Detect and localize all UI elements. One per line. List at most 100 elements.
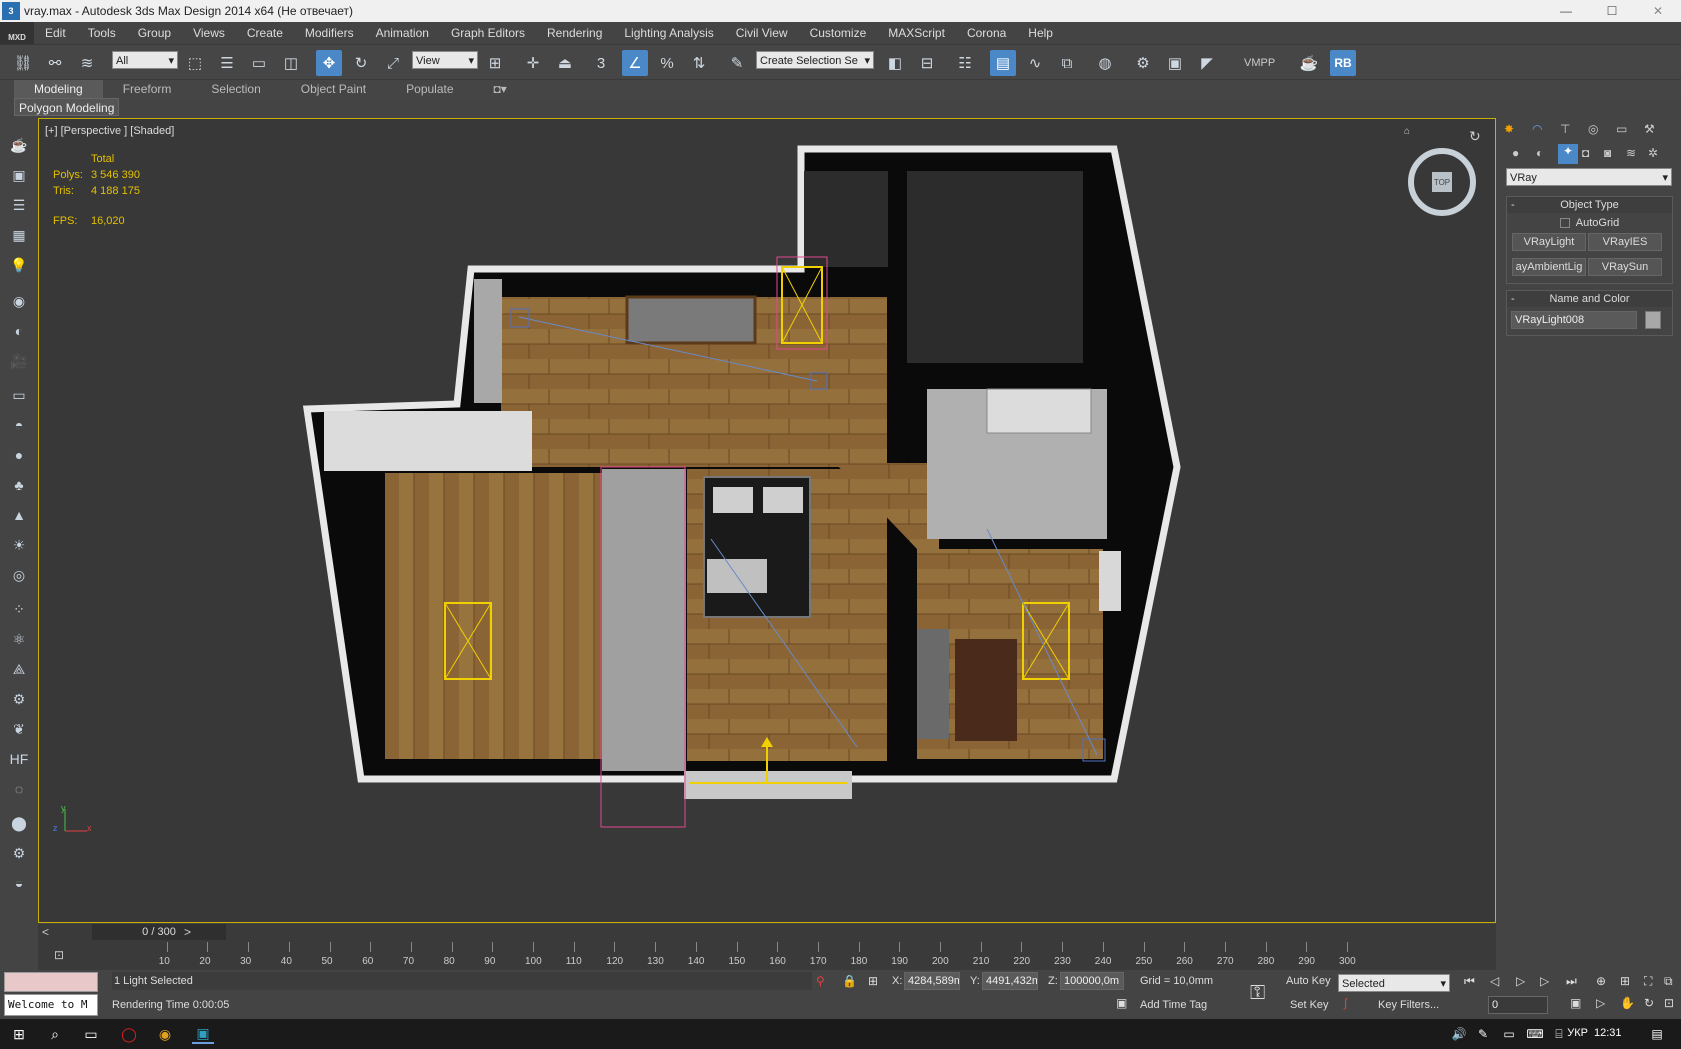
- orbit-icon[interactable]: ↻: [1644, 996, 1654, 1010]
- object-color-swatch[interactable]: [1645, 311, 1661, 329]
- render-production-icon[interactable]: ◤: [1194, 50, 1220, 76]
- viewcube-rotate-icon[interactable]: ↻: [1469, 128, 1481, 145]
- grass-icon[interactable]: ♣: [8, 474, 30, 496]
- hair-fur-icon[interactable]: HF: [8, 748, 30, 770]
- chrome-icon[interactable]: ◉: [154, 1024, 176, 1044]
- tab-populate[interactable]: Populate: [386, 80, 473, 98]
- keyboard-shortcut-override-icon[interactable]: ⏏: [552, 50, 578, 76]
- application-button[interactable]: MXD: [0, 22, 34, 44]
- input-language[interactable]: УКР: [1560, 1027, 1588, 1039]
- plane-icon[interactable]: ▭: [8, 384, 30, 406]
- lights-icon[interactable]: ✦: [1558, 144, 1578, 164]
- unlink-icon[interactable]: ⚯: [42, 50, 68, 76]
- ribbon-options-icon[interactable]: ◘▾: [474, 80, 527, 98]
- light-category-dropdown[interactable]: VRay: [1506, 168, 1672, 187]
- object-type-header[interactable]: - Object Type: [1507, 197, 1672, 213]
- viewcube-top-face[interactable]: TOP: [1432, 172, 1452, 192]
- cameras-icon[interactable]: ◘: [1582, 146, 1589, 160]
- close-button[interactable]: ✕: [1635, 0, 1681, 22]
- link-icon[interactable]: ⛓: [10, 50, 36, 76]
- add-time-tag[interactable]: Add Time Tag: [1140, 996, 1207, 1014]
- material-ball-icon[interactable]: ⬤: [8, 812, 30, 834]
- render-settings-icon[interactable]: ⚙: [8, 842, 30, 864]
- teapot-icon[interactable]: ☕: [8, 134, 30, 156]
- menu-civil-view[interactable]: Civil View: [725, 22, 799, 44]
- camera-icon[interactable]: ◉: [8, 290, 30, 312]
- hierarchy-tab-icon[interactable]: ⊤: [1560, 122, 1570, 136]
- z-coord-field[interactable]: 100000,0m: [1060, 972, 1124, 990]
- sphere-icon[interactable]: ●: [8, 444, 30, 466]
- time-configuration-icon[interactable]: ▣: [1570, 996, 1581, 1010]
- maxscript-mini-listener-top[interactable]: [4, 972, 98, 992]
- maximize-viewport-icon[interactable]: ⊡: [1664, 996, 1674, 1010]
- toggle-ribbon-icon[interactable]: ▤: [990, 50, 1016, 76]
- vrayies-button[interactable]: VRayIES: [1588, 233, 1662, 251]
- mirror-icon[interactable]: ◧: [882, 50, 908, 76]
- mini-curve-editor-icon[interactable]: ⊡: [54, 948, 64, 962]
- pan-icon[interactable]: ✋: [1620, 996, 1635, 1010]
- menu-create[interactable]: Create: [236, 22, 294, 44]
- notification-icon[interactable]: ▭: [1498, 1024, 1520, 1044]
- helpers-icon[interactable]: ◙: [1604, 146, 1611, 160]
- time-slider-thumb[interactable]: 0 / 300: [92, 924, 226, 940]
- zoom-extents-all-icon[interactable]: ⧉: [1664, 974, 1673, 989]
- menu-animation[interactable]: Animation: [365, 22, 440, 44]
- snaps-toggle-icon[interactable]: 3: [588, 50, 614, 76]
- globe-icon[interactable]: ◒: [8, 872, 30, 894]
- app-icon[interactable]: 3: [2, 2, 20, 20]
- tab-object-paint[interactable]: Object Paint: [281, 80, 386, 98]
- object-name-field[interactable]: VRayLight008: [1511, 311, 1637, 329]
- vmpp-label[interactable]: VMPP: [1244, 57, 1275, 69]
- named-selection-set-dropdown[interactable]: Create Selection Se: [756, 51, 874, 70]
- shapes-icon[interactable]: ◐: [1536, 146, 1543, 160]
- zoom-extents-icon[interactable]: ⛶: [1644, 974, 1652, 989]
- go-to-end-icon[interactable]: ⏭: [1566, 974, 1577, 989]
- particles-icon[interactable]: ⁘: [8, 598, 30, 620]
- space-warps-icon[interactable]: ≋: [1626, 146, 1636, 160]
- vraylight-button[interactable]: VRayLight: [1512, 233, 1586, 251]
- time-slider[interactable]: < 0 / 300 >: [38, 924, 1496, 940]
- vrayambientlight-button[interactable]: ayAmbientLig: [1512, 258, 1586, 276]
- autogrid-checkbox[interactable]: [1559, 218, 1570, 229]
- use-pivot-icon[interactable]: ⊞: [482, 50, 508, 76]
- layer-manager-icon[interactable]: ☷: [952, 50, 978, 76]
- disc-icon[interactable]: ◎: [8, 564, 30, 586]
- dome-icon[interactable]: ◓: [8, 414, 30, 436]
- isolate-selection-icon[interactable]: ⚲: [816, 974, 825, 988]
- create-tab-icon[interactable]: ✸: [1504, 122, 1514, 136]
- rb-button[interactable]: RB: [1330, 50, 1356, 76]
- menu-modifiers[interactable]: Modifiers: [294, 22, 365, 44]
- cone-icon[interactable]: ▲: [8, 504, 30, 526]
- select-by-name-icon[interactable]: ☰: [214, 50, 240, 76]
- geometry-icon[interactable]: ●: [1512, 146, 1519, 160]
- utilities-tab-icon[interactable]: ⚒: [1644, 122, 1655, 136]
- menu-corona[interactable]: Corona: [956, 22, 1017, 44]
- selection-lock-icon[interactable]: 🔒: [842, 974, 857, 988]
- window-crossing-icon[interactable]: ◫: [278, 50, 304, 76]
- display-tab-icon[interactable]: ▭: [1616, 122, 1627, 136]
- previous-frame-icon[interactable]: ◁: [1490, 974, 1499, 988]
- 3dsmax-taskbar-icon[interactable]: ▣: [192, 1024, 214, 1044]
- select-and-rotate-icon[interactable]: ↻: [348, 50, 374, 76]
- maxscript-mini-listener[interactable]: Welcome to M: [4, 994, 98, 1016]
- select-and-move-icon[interactable]: ✥: [316, 50, 342, 76]
- motion-tab-icon[interactable]: ◎: [1588, 122, 1598, 136]
- schematic-view-icon[interactable]: ⧉: [1054, 50, 1080, 76]
- sun-icon[interactable]: ☀: [8, 534, 30, 556]
- time-next-arrow[interactable]: >: [184, 925, 191, 939]
- vraysun-button[interactable]: VRaySun: [1588, 258, 1662, 276]
- y-coord-field[interactable]: 4491,432m: [982, 972, 1038, 990]
- name-and-color-header[interactable]: - Name and Color: [1507, 291, 1672, 307]
- menu-lighting-analysis[interactable]: Lighting Analysis: [613, 22, 724, 44]
- pen-icon[interactable]: ✎: [1472, 1024, 1494, 1044]
- tab-selection[interactable]: Selection: [191, 80, 280, 98]
- zoom-all-icon[interactable]: ⊞: [1620, 974, 1630, 988]
- systems-icon[interactable]: ✲: [1648, 146, 1658, 160]
- spinner-snap-icon[interactable]: ⇅: [686, 50, 712, 76]
- ribbon-panel-polygon-modeling[interactable]: Polygon Modeling: [14, 98, 120, 116]
- material-editor-icon[interactable]: ◍: [1092, 50, 1118, 76]
- list-icon[interactable]: ☰: [8, 194, 30, 216]
- menu-tools[interactable]: Tools: [77, 22, 127, 44]
- maximize-button[interactable]: ☐: [1589, 0, 1635, 22]
- edit-named-selection-icon[interactable]: ✎: [724, 50, 750, 76]
